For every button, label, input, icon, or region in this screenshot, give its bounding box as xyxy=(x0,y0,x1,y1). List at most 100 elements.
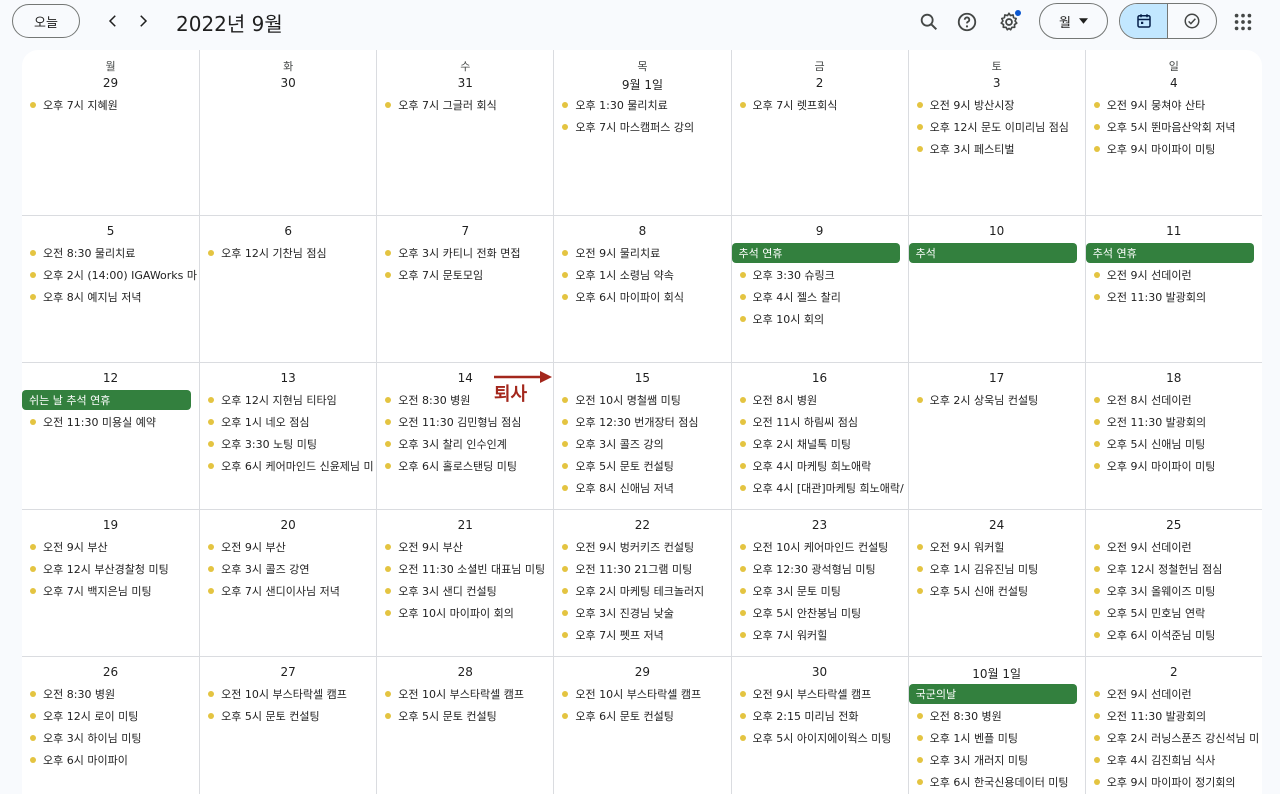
calendar-event[interactable]: 오전 11시 하림씨 점심 xyxy=(732,411,908,433)
day-cell[interactable]: 25 오전 9시 선데이런 오후 12시 정철헌님 점심 오후 3시 올웨이즈 미팅 오… xyxy=(1084,510,1262,656)
day-cell[interactable]: 10월 1일 국군의날 오전 8:30 병원 오후 1시 벤플 미팅 오후 3시 개러지… xyxy=(907,657,1085,794)
settings-button[interactable] xyxy=(994,7,1024,37)
calendar-event[interactable]: 오전 8:30 병원 xyxy=(909,705,1085,727)
day-cell[interactable]: 수 31 오후 7시 그글러 회식 xyxy=(376,50,553,215)
day-cell[interactable]: 13 오후 12시 지현님 티타임 오후 1시 네오 점심 오후 3:30 노팅 미팅… xyxy=(199,363,376,509)
day-cell[interactable]: 21 오전 9시 부산 오전 11:30 소셜빈 대표님 미팅 오후 3시 샌디 컨설… xyxy=(376,510,553,656)
day-cell[interactable]: 10 추석 xyxy=(907,216,1085,362)
calendar-event[interactable]: 오전 11:30 소셜빈 대표님 미팅 xyxy=(377,558,553,580)
all-day-event[interactable]: 국군의날 xyxy=(908,684,1077,704)
calendar-event[interactable]: 오전 8:30 물리치료 xyxy=(22,242,199,264)
calendar-event[interactable]: 오후 12시 부산경찰청 미팅 xyxy=(22,558,199,580)
calendar-event[interactable]: 오전 10시 케어마인드 컨설팅 xyxy=(732,536,908,558)
day-cell[interactable]: 6 오후 12시 기찬님 점심 xyxy=(199,216,376,362)
calendar-event[interactable]: 오후 6시 마이파이 회식 xyxy=(554,286,730,308)
calendar-event[interactable]: 오후 5시 뛴마음산악회 저녁 xyxy=(1086,116,1262,138)
day-number[interactable]: 11 xyxy=(1086,224,1262,238)
day-cell[interactable]: 20 오전 9시 부산 오후 3시 콜즈 강연 오후 7시 샌디이사님 저녁 xyxy=(199,510,376,656)
calendar-event[interactable]: 오후 10시 마이파이 회의 xyxy=(377,602,553,624)
calendar-event[interactable]: 오전 11:30 미용실 예약 xyxy=(22,411,199,433)
calendar-event[interactable]: 오후 1시 소령님 약속 xyxy=(554,264,730,286)
calendar-event[interactable]: 오후 6시 홀로스탠딩 미팅 xyxy=(377,455,553,477)
day-cell[interactable]: 일 4 오전 9시 뭉쳐야 산타 오후 5시 뛴마음산악회 저녁 오후 9시 마이파이 … xyxy=(1084,50,1262,215)
calendar-event[interactable]: 오후 3시 하이님 미팅 xyxy=(22,727,199,749)
calendar-event[interactable]: 오후 7시 워커힐 xyxy=(732,624,908,646)
calendar-event[interactable]: 오후 2시 채널톡 미팅 xyxy=(732,433,908,455)
day-number[interactable]: 28 xyxy=(377,665,553,679)
day-cell[interactable]: 월 29 오후 7시 지혜원 xyxy=(22,50,199,215)
day-number[interactable]: 12 xyxy=(22,371,199,385)
calendar-event[interactable]: 오전 9시 부스타락셀 캠프 xyxy=(732,683,908,705)
calendar-event[interactable]: 오후 12:30 번개장터 점심 xyxy=(554,411,730,433)
calendar-event[interactable]: 오후 3시 개러지 미팅 xyxy=(909,749,1085,771)
calendar-event[interactable]: 오후 7시 마스캠퍼스 강의 xyxy=(554,116,730,138)
calendar-event[interactable]: 오후 3시 샌디 컨설팅 xyxy=(377,580,553,602)
day-cell[interactable]: 토 3 오전 9시 방산시장 오후 12시 문도 이미리님 점심 오후 3시 페스티벌 xyxy=(907,50,1085,215)
day-number[interactable]: 6 xyxy=(200,224,376,238)
today-button[interactable]: 오늘 xyxy=(12,4,80,38)
day-cell[interactable]: 화 30 xyxy=(199,50,376,215)
day-number[interactable]: 15 xyxy=(554,371,730,385)
all-day-event[interactable]: 추석 연휴 xyxy=(1085,243,1254,263)
calendar-event[interactable]: 오후 2시 상욱님 컨설팅 xyxy=(909,389,1085,411)
calendar-event[interactable]: 오전 11:30 발광회의 xyxy=(1086,705,1262,727)
calendar-event[interactable]: 오후 5시 문토 컨설팅 xyxy=(554,455,730,477)
calendar-event[interactable]: 오후 1시 네오 점심 xyxy=(200,411,376,433)
day-number[interactable]: 23 xyxy=(732,518,908,532)
calendar-event[interactable]: 오전 9시 선데이런 xyxy=(1086,683,1262,705)
calendar-event[interactable]: 오전 11:30 발광회의 xyxy=(1086,411,1262,433)
day-cell[interactable]: 9 추석 연휴 오후 3:30 슈링크 오후 4시 젤스 찰리 오후 10시 회의 xyxy=(730,216,908,362)
day-number[interactable]: 17 xyxy=(909,371,1085,385)
calendar-event[interactable]: 오전 9시 방산시장 xyxy=(909,94,1085,116)
day-cell[interactable]: 18 오전 8시 선데이런 오전 11:30 발광회의 오후 5시 신애님 미팅 오후 … xyxy=(1084,363,1262,509)
day-number[interactable]: 22 xyxy=(554,518,730,532)
day-number[interactable]: 29 xyxy=(22,76,199,90)
calendar-event[interactable]: 오후 7시 문토모임 xyxy=(377,264,553,286)
day-number[interactable]: 24 xyxy=(909,518,1085,532)
view-select[interactable]: 월 xyxy=(1039,3,1108,39)
calendar-event[interactable]: 오후 4시 마케팅 희노애락 xyxy=(732,455,908,477)
day-cell[interactable]: 2 오전 9시 선데이런 오전 11:30 발광회의 오후 2시 러닝스푼즈 강신석님… xyxy=(1084,657,1262,794)
day-number[interactable]: 25 xyxy=(1086,518,1262,532)
calendar-event[interactable]: 오후 1시 벤플 미팅 xyxy=(909,727,1085,749)
day-number[interactable]: 27 xyxy=(200,665,376,679)
day-cell[interactable]: 11 추석 연휴 오전 9시 선데이런 오전 11:30 발광회의 xyxy=(1084,216,1262,362)
calendar-event[interactable]: 오후 9시 마이파이 미팅 xyxy=(1086,138,1262,160)
calendar-event[interactable]: 오전 10시 명철쌤 미팅 xyxy=(554,389,730,411)
calendar-event[interactable]: 오후 3:30 노팅 미팅 xyxy=(200,433,376,455)
calendar-event[interactable]: 오전 11:30 21그램 미팅 xyxy=(554,558,730,580)
calendar-event[interactable]: 오후 8시 예지님 저녁 xyxy=(22,286,199,308)
day-cell[interactable]: 5 오전 8:30 물리치료 오후 2시 (14:00) IGAWorks 마 오후 … xyxy=(22,216,199,362)
calendar-event[interactable]: 오후 7시 렛프회식 xyxy=(732,94,908,116)
day-number[interactable]: 4 xyxy=(1086,76,1262,90)
day-number[interactable]: 5 xyxy=(22,224,199,238)
search-button[interactable] xyxy=(914,7,944,37)
day-cell[interactable]: 22 오전 9시 벙커키즈 컨설팅 오전 11:30 21그램 미팅 오후 2시 마케… xyxy=(553,510,730,656)
day-cell[interactable]: 23 오전 10시 케어마인드 컨설팅 오후 12:30 광석형님 미팅 오후 3시 … xyxy=(730,510,908,656)
calendar-event[interactable]: 오후 12시 지현님 티타임 xyxy=(200,389,376,411)
day-number[interactable]: 19 xyxy=(22,518,199,532)
day-number[interactable]: 30 xyxy=(200,76,376,90)
day-cell[interactable]: 15 오전 10시 명철쌤 미팅 오후 12:30 번개장터 점심 오후 3시 콜즈 … xyxy=(553,363,730,509)
next-month-button[interactable] xyxy=(130,8,156,34)
calendar-event[interactable]: 오후 5시 신애님 미팅 xyxy=(1086,433,1262,455)
calendar-event[interactable]: 오후 3시 올웨이즈 미팅 xyxy=(1086,580,1262,602)
day-cell[interactable]: 30 오전 9시 부스타락셀 캠프 오후 2:15 미리님 전화 오후 5시 아이지에… xyxy=(730,657,908,794)
calendar-event[interactable]: 오후 4시 젤스 찰리 xyxy=(732,286,908,308)
day-cell[interactable]: 24 오전 9시 워커힐 오후 1시 김유진님 미팅 오후 5시 신애 컨설팅 xyxy=(907,510,1085,656)
day-cell[interactable]: 27 오전 10시 부스타락셀 캠프 오후 5시 문토 컨설팅 xyxy=(199,657,376,794)
day-number[interactable]: 9 xyxy=(732,224,908,238)
day-cell[interactable]: 17 오후 2시 상욱님 컨설팅 xyxy=(907,363,1085,509)
day-number[interactable]: 7 xyxy=(377,224,553,238)
day-cell[interactable]: 8 오전 9시 물리치료 오후 1시 소령님 약속 오후 6시 마이파이 회식 xyxy=(553,216,730,362)
calendar-event[interactable]: 오후 1:30 물리치료 xyxy=(554,94,730,116)
day-number[interactable]: 9월 1일 xyxy=(554,76,730,93)
prev-month-button[interactable] xyxy=(100,8,126,34)
calendar-event[interactable]: 오후 8시 신애님 저녁 xyxy=(554,477,730,499)
day-cell[interactable]: 16 오전 8시 병원 오전 11시 하림씨 점심 오후 2시 채널톡 미팅 오후 4시… xyxy=(730,363,908,509)
day-number[interactable]: 2 xyxy=(1086,665,1262,679)
day-number[interactable]: 13 xyxy=(200,371,376,385)
all-day-event[interactable]: 추석 연휴 xyxy=(731,243,900,263)
calendar-view-toggle[interactable] xyxy=(1120,4,1169,38)
day-number[interactable]: 30 xyxy=(732,665,908,679)
